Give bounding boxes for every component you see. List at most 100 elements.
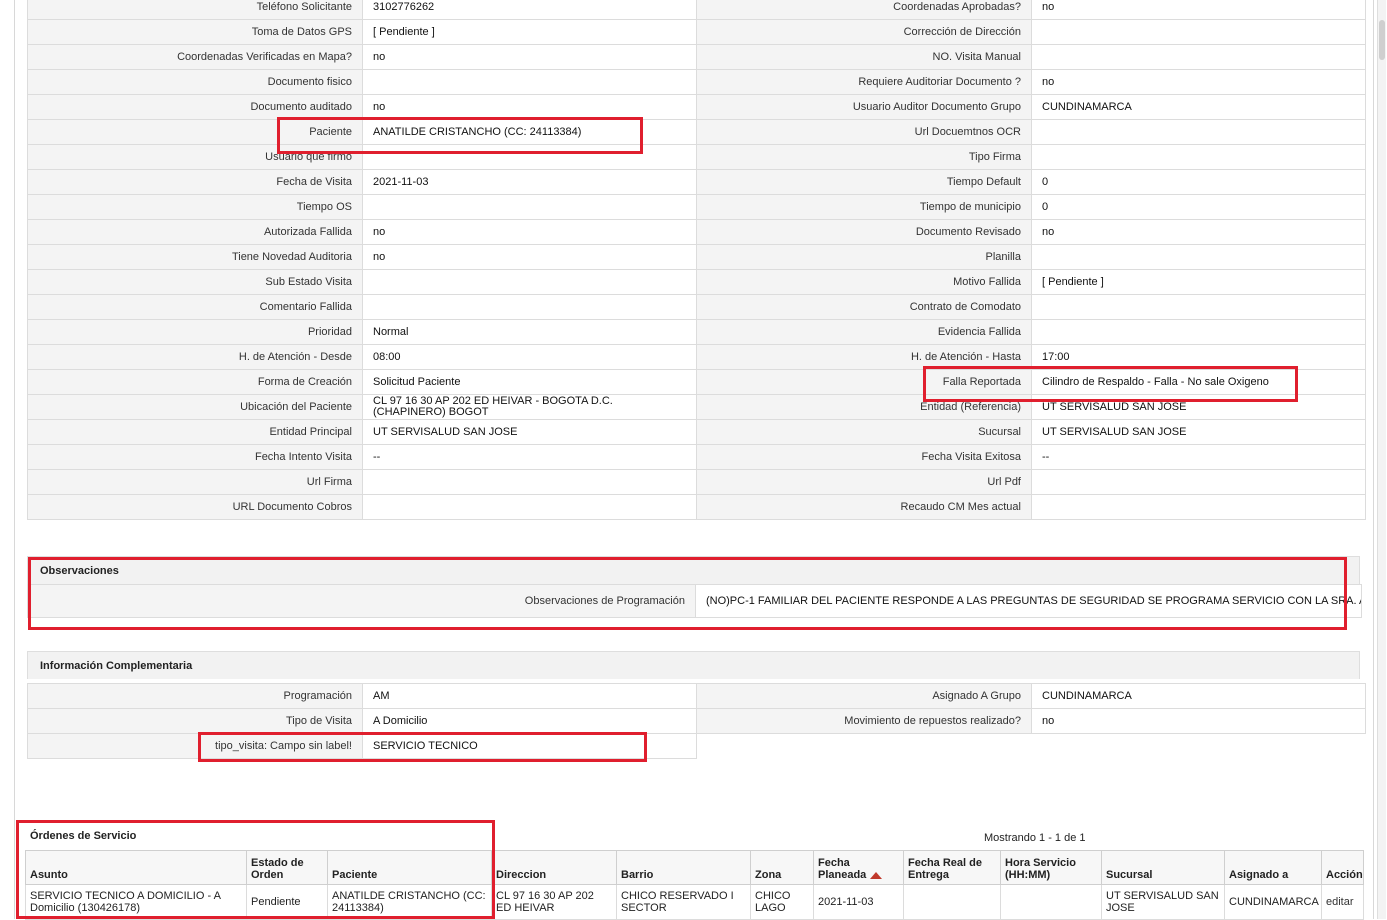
- motivo-fallida-value: [ Pendiente ]: [1031, 269, 1366, 295]
- tiene-novedad-auditoria-label: Tiene Novedad Auditoria: [27, 244, 363, 270]
- detail-row: Fecha de Visita 2021-11-03 Tiempo Default…: [27, 169, 1366, 195]
- observaciones-table: Observaciones de Programación (NO)PC-1 F…: [27, 584, 1363, 618]
- complementaria-section-title: Información Complementaria: [27, 651, 1360, 679]
- detail-row: Entidad Principal UT SERVISALUD SAN JOSE S…: [27, 419, 1366, 445]
- tiene-novedad-auditoria-value: no: [362, 244, 697, 270]
- prioridad-value: Normal: [362, 319, 697, 345]
- empty-cell: [696, 733, 1032, 759]
- autorizada-fallida-label: Autorizada Fallida: [27, 219, 363, 245]
- detail-row: H. de Atención - Desde 08:00 H. de Atenció…: [27, 344, 1366, 370]
- documento-fisico-value: [362, 69, 697, 95]
- detail-row: Url Firma Url Pdf: [27, 469, 1366, 495]
- col-sucursal[interactable]: Sucursal: [1101, 850, 1225, 885]
- entidad-principal-value: UT SERVISALUD SAN JOSE: [362, 419, 697, 445]
- detail-row: Tiempo OS Tiempo de municipio 0: [27, 194, 1366, 220]
- forma-de-creacion-value: Solicitud Paciente: [362, 369, 697, 395]
- col-paciente[interactable]: Paciente: [327, 850, 492, 885]
- usuario-que-firmo-value: [362, 144, 697, 170]
- falla-reportada-label: Falla Reportada: [696, 369, 1032, 395]
- url-docuemtnos-ocr-value: [1031, 119, 1366, 145]
- usuario-que-firmo-label: Usuario que firmo: [27, 144, 363, 170]
- cell-accion: editar: [1321, 884, 1364, 920]
- coordenadas-verificadas-en-mapa-value: no: [362, 44, 697, 70]
- detail-row: Coordenadas Verificadas en Mapa? no NO. V…: [27, 44, 1366, 70]
- detail-row: Toma de Datos GPS[ Pendiente ] Corrección…: [27, 19, 1366, 45]
- fecha-intento-visita-value: --: [362, 444, 697, 470]
- sucursal-label: Sucursal: [696, 419, 1032, 445]
- h-de-atencion-hasta-value: 17:00: [1031, 344, 1366, 370]
- tiempo-de-municipio-value: 0: [1031, 194, 1366, 220]
- edit-link[interactable]: editar: [1326, 896, 1354, 908]
- no-visita-manual-value: [1031, 44, 1366, 70]
- tiempo-de-municipio-label: Tiempo de municipio: [696, 194, 1032, 220]
- sub-estado-visita-label: Sub Estado Visita: [27, 269, 363, 295]
- tipo-visita-campo-sin-label-label: tipo_visita: Campo sin label!: [27, 733, 363, 759]
- col-asignado[interactable]: Asignado a: [1224, 850, 1322, 885]
- contrato-de-comodato-value: [1031, 294, 1366, 320]
- correccion-de-direccion-value: [1031, 19, 1366, 45]
- detail-row: Usuario que firmo Tipo Firma: [27, 144, 1366, 170]
- tipo-de-visita-label: Tipo de Visita: [27, 708, 363, 734]
- cell-fecha-real: [903, 884, 1001, 920]
- detail-row: Sub Estado Visita Motivo Fallida[ Pendien…: [27, 269, 1366, 295]
- coordenadas-aprobadas-value: no: [1031, 0, 1366, 20]
- no-visita-manual-label: NO. Visita Manual: [696, 44, 1032, 70]
- col-fecha-planeada-label: Fecha Planeada: [818, 857, 867, 881]
- col-barrio[interactable]: Barrio: [616, 850, 751, 885]
- telefono-solicitante-label: Teléfono Solicitante: [27, 0, 363, 20]
- planilla-value: [1031, 244, 1366, 270]
- recaudo-cm-mes-actual-value: [1031, 494, 1366, 520]
- contrato-de-comodato-label: Contrato de Comodato: [696, 294, 1032, 320]
- cell-paciente: ANATILDE CRISTANCHO (CC: 24113384): [327, 884, 492, 920]
- evidencia-fallida-label: Evidencia Fallida: [696, 319, 1032, 345]
- ubicacion-del-paciente-value: CL 97 16 30 AP 202 ED HEIVAR - BOGOTA D.…: [362, 394, 697, 420]
- tiempo-os-value: [362, 194, 697, 220]
- h-de-atencion-hasta-label: H. de Atención - Hasta: [696, 344, 1032, 370]
- detail-row: Documento auditado no Usuario Auditor Doc…: [27, 94, 1366, 120]
- documento-auditado-value: no: [362, 94, 697, 120]
- table-row: SERVICIO TECNICO A DOMICILIO - A Domicil…: [25, 884, 1364, 920]
- planilla-label: Planilla: [696, 244, 1032, 270]
- scrollbar-thumb[interactable]: [1379, 20, 1385, 60]
- forma-de-creacion-label: Forma de Creación: [27, 369, 363, 395]
- fecha-intento-visita-label: Fecha Intento Visita: [27, 444, 363, 470]
- cell-zona: CHICO LAGO: [750, 884, 814, 920]
- tipo-de-visita-value: A Domicilio: [362, 708, 697, 734]
- ordenes-table: Asunto Estado de Orden Paciente Direccio…: [25, 850, 1364, 920]
- col-estado[interactable]: Estado de Orden: [246, 850, 328, 885]
- col-hora-servicio[interactable]: Hora Servicio (HH:MM): [1000, 850, 1102, 885]
- detail-row: tipo_visita: Campo sin label! SERVICIO TE…: [27, 733, 1366, 759]
- h-de-atencion-desde-value: 08:00: [362, 344, 697, 370]
- tiempo-os-label: Tiempo OS: [27, 194, 363, 220]
- tipo-visita-campo-sin-label-value: SERVICIO TECNICO: [362, 733, 697, 759]
- vertical-scrollbar[interactable]: [1377, 0, 1386, 919]
- complementaria-table: Programación AM Asignado A Grupo CUNDINAMAR…: [27, 683, 1366, 759]
- observaciones-value: (NO)PC-1 FAMILIAR DEL PACIENTE RESPONDE …: [694, 584, 1363, 618]
- detail-row: URL Documento Cobros Recaudo CM Mes actua…: [27, 494, 1366, 520]
- cell-asunto: SERVICIO TECNICO A DOMICILIO - A Domicil…: [25, 884, 247, 920]
- url-documento-cobros-label: URL Documento Cobros: [27, 494, 363, 520]
- documento-revisado-label: Documento Revisado: [696, 219, 1032, 245]
- url-firma-label: Url Firma: [27, 469, 363, 495]
- observaciones-row: Observaciones de Programación (NO)PC-1 F…: [27, 584, 1363, 618]
- url-firma-value: [362, 469, 697, 495]
- col-fecha-real[interactable]: Fecha Real de Entrega: [903, 850, 1001, 885]
- comentario-fallida-label: Comentario Fallida: [27, 294, 363, 320]
- col-direccion[interactable]: Direccion: [491, 850, 617, 885]
- toma-de-datos-gps-value: [ Pendiente ]: [362, 19, 697, 45]
- detail-row: Forma de Creación Solicitud Paciente Falla…: [27, 369, 1366, 395]
- detail-row: Tiene Novedad Auditoria no Planilla: [27, 244, 1366, 270]
- col-asunto[interactable]: Asunto: [25, 850, 247, 885]
- asignado-a-grupo-label: Asignado A Grupo: [696, 683, 1032, 709]
- fecha-de-visita-value: 2021-11-03: [362, 169, 697, 195]
- movimiento-de-repuestos-realizado-label: Movimiento de repuestos realizado?: [696, 708, 1032, 734]
- col-fecha-planeada[interactable]: Fecha Planeada: [813, 850, 904, 885]
- usuario-auditor-documento-grupo-label: Usuario Auditor Documento Grupo: [696, 94, 1032, 120]
- evidencia-fallida-value: [1031, 319, 1366, 345]
- detail-row: Ubicación del Paciente CL 97 16 30 AP 202…: [27, 394, 1366, 420]
- motivo-fallida-label: Motivo Fallida: [696, 269, 1032, 295]
- prioridad-label: Prioridad: [27, 319, 363, 345]
- visit-detail-table: Teléfono Solicitante 3102776262 Coordenada…: [27, 0, 1366, 520]
- observaciones-section-title: Observaciones: [27, 556, 1360, 584]
- col-zona[interactable]: Zona: [750, 850, 814, 885]
